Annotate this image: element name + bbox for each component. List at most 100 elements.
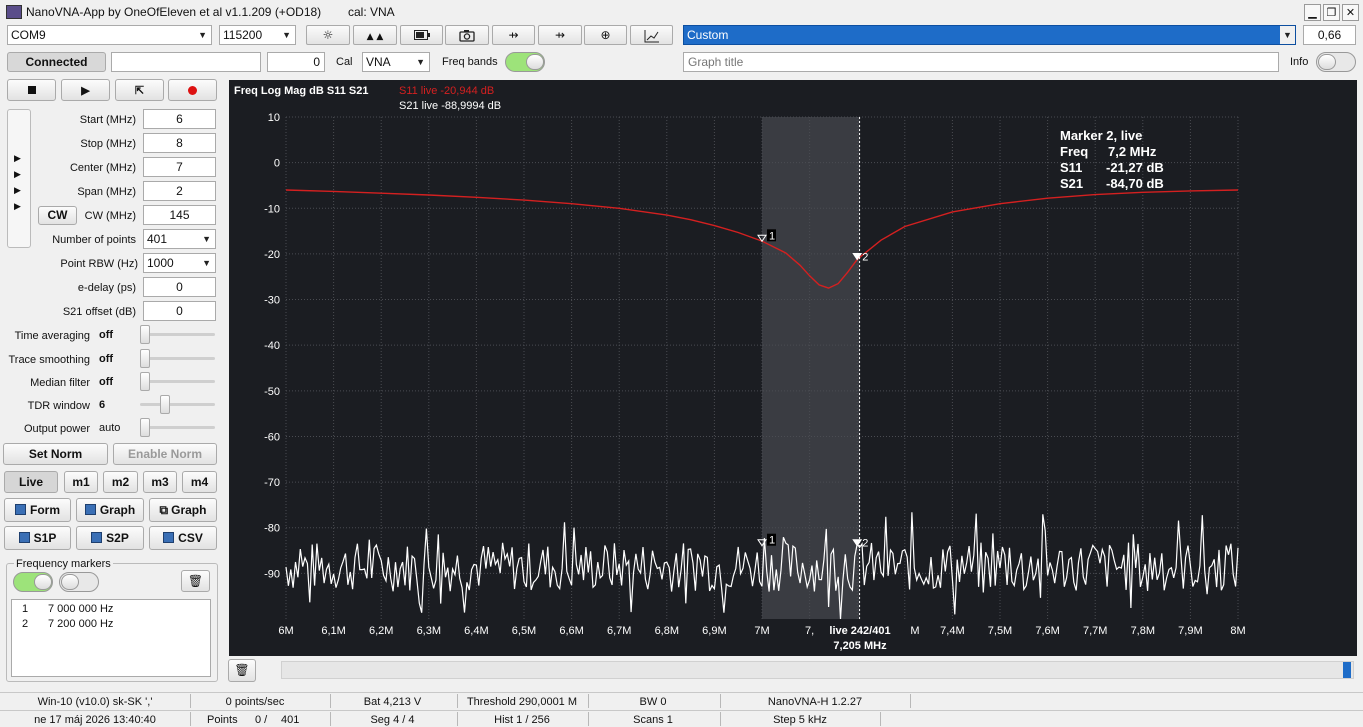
close-button[interactable]: ✕ xyxy=(1342,4,1359,21)
cw-input[interactable]: 145 xyxy=(143,205,216,225)
history-scrollbar[interactable] xyxy=(281,661,1354,679)
output-power-label: Output power xyxy=(23,423,90,435)
set-norm-button[interactable]: Set Norm xyxy=(3,443,108,465)
marker-label: 2 xyxy=(862,538,868,550)
rbw-select[interactable]: 1000 ▼ xyxy=(143,253,216,273)
usb-button[interactable]: ⇸ xyxy=(492,25,535,45)
points-select[interactable]: 401 ▼ xyxy=(143,229,216,249)
stop-input[interactable]: 8 xyxy=(143,133,216,153)
port-select[interactable]: COM9 ▼ xyxy=(7,25,212,45)
usb-alt-button[interactable]: ⇸ xyxy=(538,25,582,45)
number-field[interactable]: 0 xyxy=(267,52,325,72)
m2-button[interactable]: m2 xyxy=(103,471,138,493)
trash-icon: 🗑 xyxy=(187,574,204,588)
port-value: COM9 xyxy=(11,28,46,42)
history-scroll-thumb[interactable] xyxy=(1343,662,1351,678)
start-input[interactable]: 6 xyxy=(143,109,216,129)
freq-bands-toggle[interactable] xyxy=(505,52,545,72)
record-button[interactable] xyxy=(168,79,217,101)
up-arrows-button[interactable]: ▲ ▲ xyxy=(353,25,397,45)
settings-button[interactable]: ☼ xyxy=(306,25,350,45)
time-averaging-value: off xyxy=(99,329,114,341)
graph-button[interactable] xyxy=(630,25,673,45)
center-label: Center (MHz) xyxy=(69,162,136,174)
stop-button[interactable] xyxy=(7,79,56,101)
markers-toggle-1[interactable] xyxy=(13,572,53,592)
x-tick-label: 6M xyxy=(278,625,293,637)
m1-button[interactable]: m1 xyxy=(64,471,98,493)
time-averaging-slider[interactable] xyxy=(140,325,215,345)
chevron-down-icon: ▼ xyxy=(282,30,291,40)
restore-button[interactable]: ❐ xyxy=(1323,4,1340,21)
single-sweep-button[interactable]: ⇱ xyxy=(115,79,164,101)
y-tick-label: -90 xyxy=(264,568,280,580)
baud-value: 115200 xyxy=(223,28,263,42)
x-tick-label: 7,6M xyxy=(1035,625,1059,637)
usb-icon: ⇸ xyxy=(508,28,519,42)
list-item[interactable]: 17 000 000 Hz xyxy=(22,602,113,617)
preset-select[interactable]: Custom ▼ xyxy=(683,25,1296,45)
marker-label: 2 xyxy=(862,252,868,264)
marker-box-value: -21,27 dB xyxy=(1106,160,1164,175)
save-form-button[interactable]: Form xyxy=(4,498,71,522)
message-field[interactable] xyxy=(111,52,261,72)
x-tick-label: 7M xyxy=(754,625,769,637)
clear-history-button[interactable]: 🗑 xyxy=(228,659,256,682)
scale-input[interactable]: 0,66 xyxy=(1303,25,1356,45)
copy-graph-button[interactable]: ⧉ Graph xyxy=(149,498,217,522)
minimize-button[interactable]: ▁ xyxy=(1304,4,1321,21)
x-tick-label: 7,9M xyxy=(1178,625,1202,637)
connected-button[interactable]: Connected xyxy=(7,52,106,72)
trace-smoothing-label: Trace smoothing xyxy=(8,354,90,366)
floppy-icon xyxy=(91,532,103,543)
camera-button[interactable] xyxy=(445,25,489,45)
save-s1p-button[interactable]: S1P xyxy=(4,526,71,550)
baud-select[interactable]: 115200 ▼ xyxy=(219,25,296,45)
graph-title-input[interactable]: Graph title xyxy=(683,52,1279,72)
graph-icon xyxy=(644,30,659,43)
cal-select[interactable]: VNA ▼ xyxy=(362,52,430,72)
chevron-down-icon: ▼ xyxy=(198,30,207,40)
play-button[interactable]: ▶ xyxy=(61,79,110,101)
cursor-freq-label: 7,205 MHz xyxy=(833,640,887,652)
info-label: Info xyxy=(1290,56,1309,68)
tdr-window-slider[interactable] xyxy=(140,395,215,415)
markers-list[interactable]: 17 000 000 Hz 27 200 000 Hz xyxy=(11,599,211,677)
cw-button[interactable]: CW xyxy=(38,206,77,225)
graph-canvas[interactable]: 10 0 -10 -20 -30 -40 -50 -60 -70 -80 -90 6M 6,1M 6,2M… xyxy=(229,80,1357,656)
points-label: Number of points xyxy=(52,234,136,246)
s21-offset-input[interactable]: 0 xyxy=(143,301,216,321)
x-tick-label: 6,9M xyxy=(702,625,726,637)
median-filter-slider[interactable] xyxy=(140,372,215,392)
status-bw: BW 0 xyxy=(639,696,667,708)
cal-value: VNA xyxy=(366,55,391,69)
graph-panel[interactable]: 10 0 -10 -20 -30 -40 -50 -60 -70 -80 -90 6M 6,1M 6,2M… xyxy=(229,80,1357,656)
crosshair-button[interactable]: ⊕ xyxy=(584,25,627,45)
m4-button[interactable]: m4 xyxy=(182,471,217,493)
center-input[interactable]: 7 xyxy=(143,157,216,177)
rbw-label: Point RBW (Hz) xyxy=(60,258,138,270)
output-power-slider[interactable] xyxy=(140,418,215,438)
x-tick-label: 6,8M xyxy=(655,625,679,637)
floppy-icon xyxy=(163,532,175,543)
panel-collapse[interactable]: ▶ ▶ ▶ ▶ xyxy=(7,109,31,248)
floppy-icon xyxy=(15,504,26,515)
title-bar: NanoVNA-App by OneOfEleven et al v1.1.20… xyxy=(0,0,1363,24)
save-s2p-button[interactable]: S2P xyxy=(76,526,144,550)
markers-toggle-2[interactable] xyxy=(59,572,99,592)
edelay-label: e-delay (ps) xyxy=(77,282,136,294)
battery-button[interactable] xyxy=(400,25,443,45)
chevron-down-icon: ▼ xyxy=(416,57,425,67)
trace-smoothing-slider[interactable] xyxy=(140,349,215,369)
m3-button[interactable]: m3 xyxy=(143,471,177,493)
trace-smoothing-value: off xyxy=(99,353,114,365)
clear-markers-button[interactable]: 🗑 xyxy=(181,570,210,592)
span-input[interactable]: 2 xyxy=(143,181,216,201)
edelay-input[interactable]: 0 xyxy=(143,277,216,297)
info-toggle[interactable] xyxy=(1316,52,1356,72)
save-csv-button[interactable]: CSV xyxy=(149,526,217,550)
list-item[interactable]: 27 200 000 Hz xyxy=(22,617,113,632)
enable-norm-button[interactable]: Enable Norm xyxy=(113,443,217,465)
save-graph-button[interactable]: Graph xyxy=(76,498,144,522)
live-button[interactable]: Live xyxy=(4,471,58,493)
